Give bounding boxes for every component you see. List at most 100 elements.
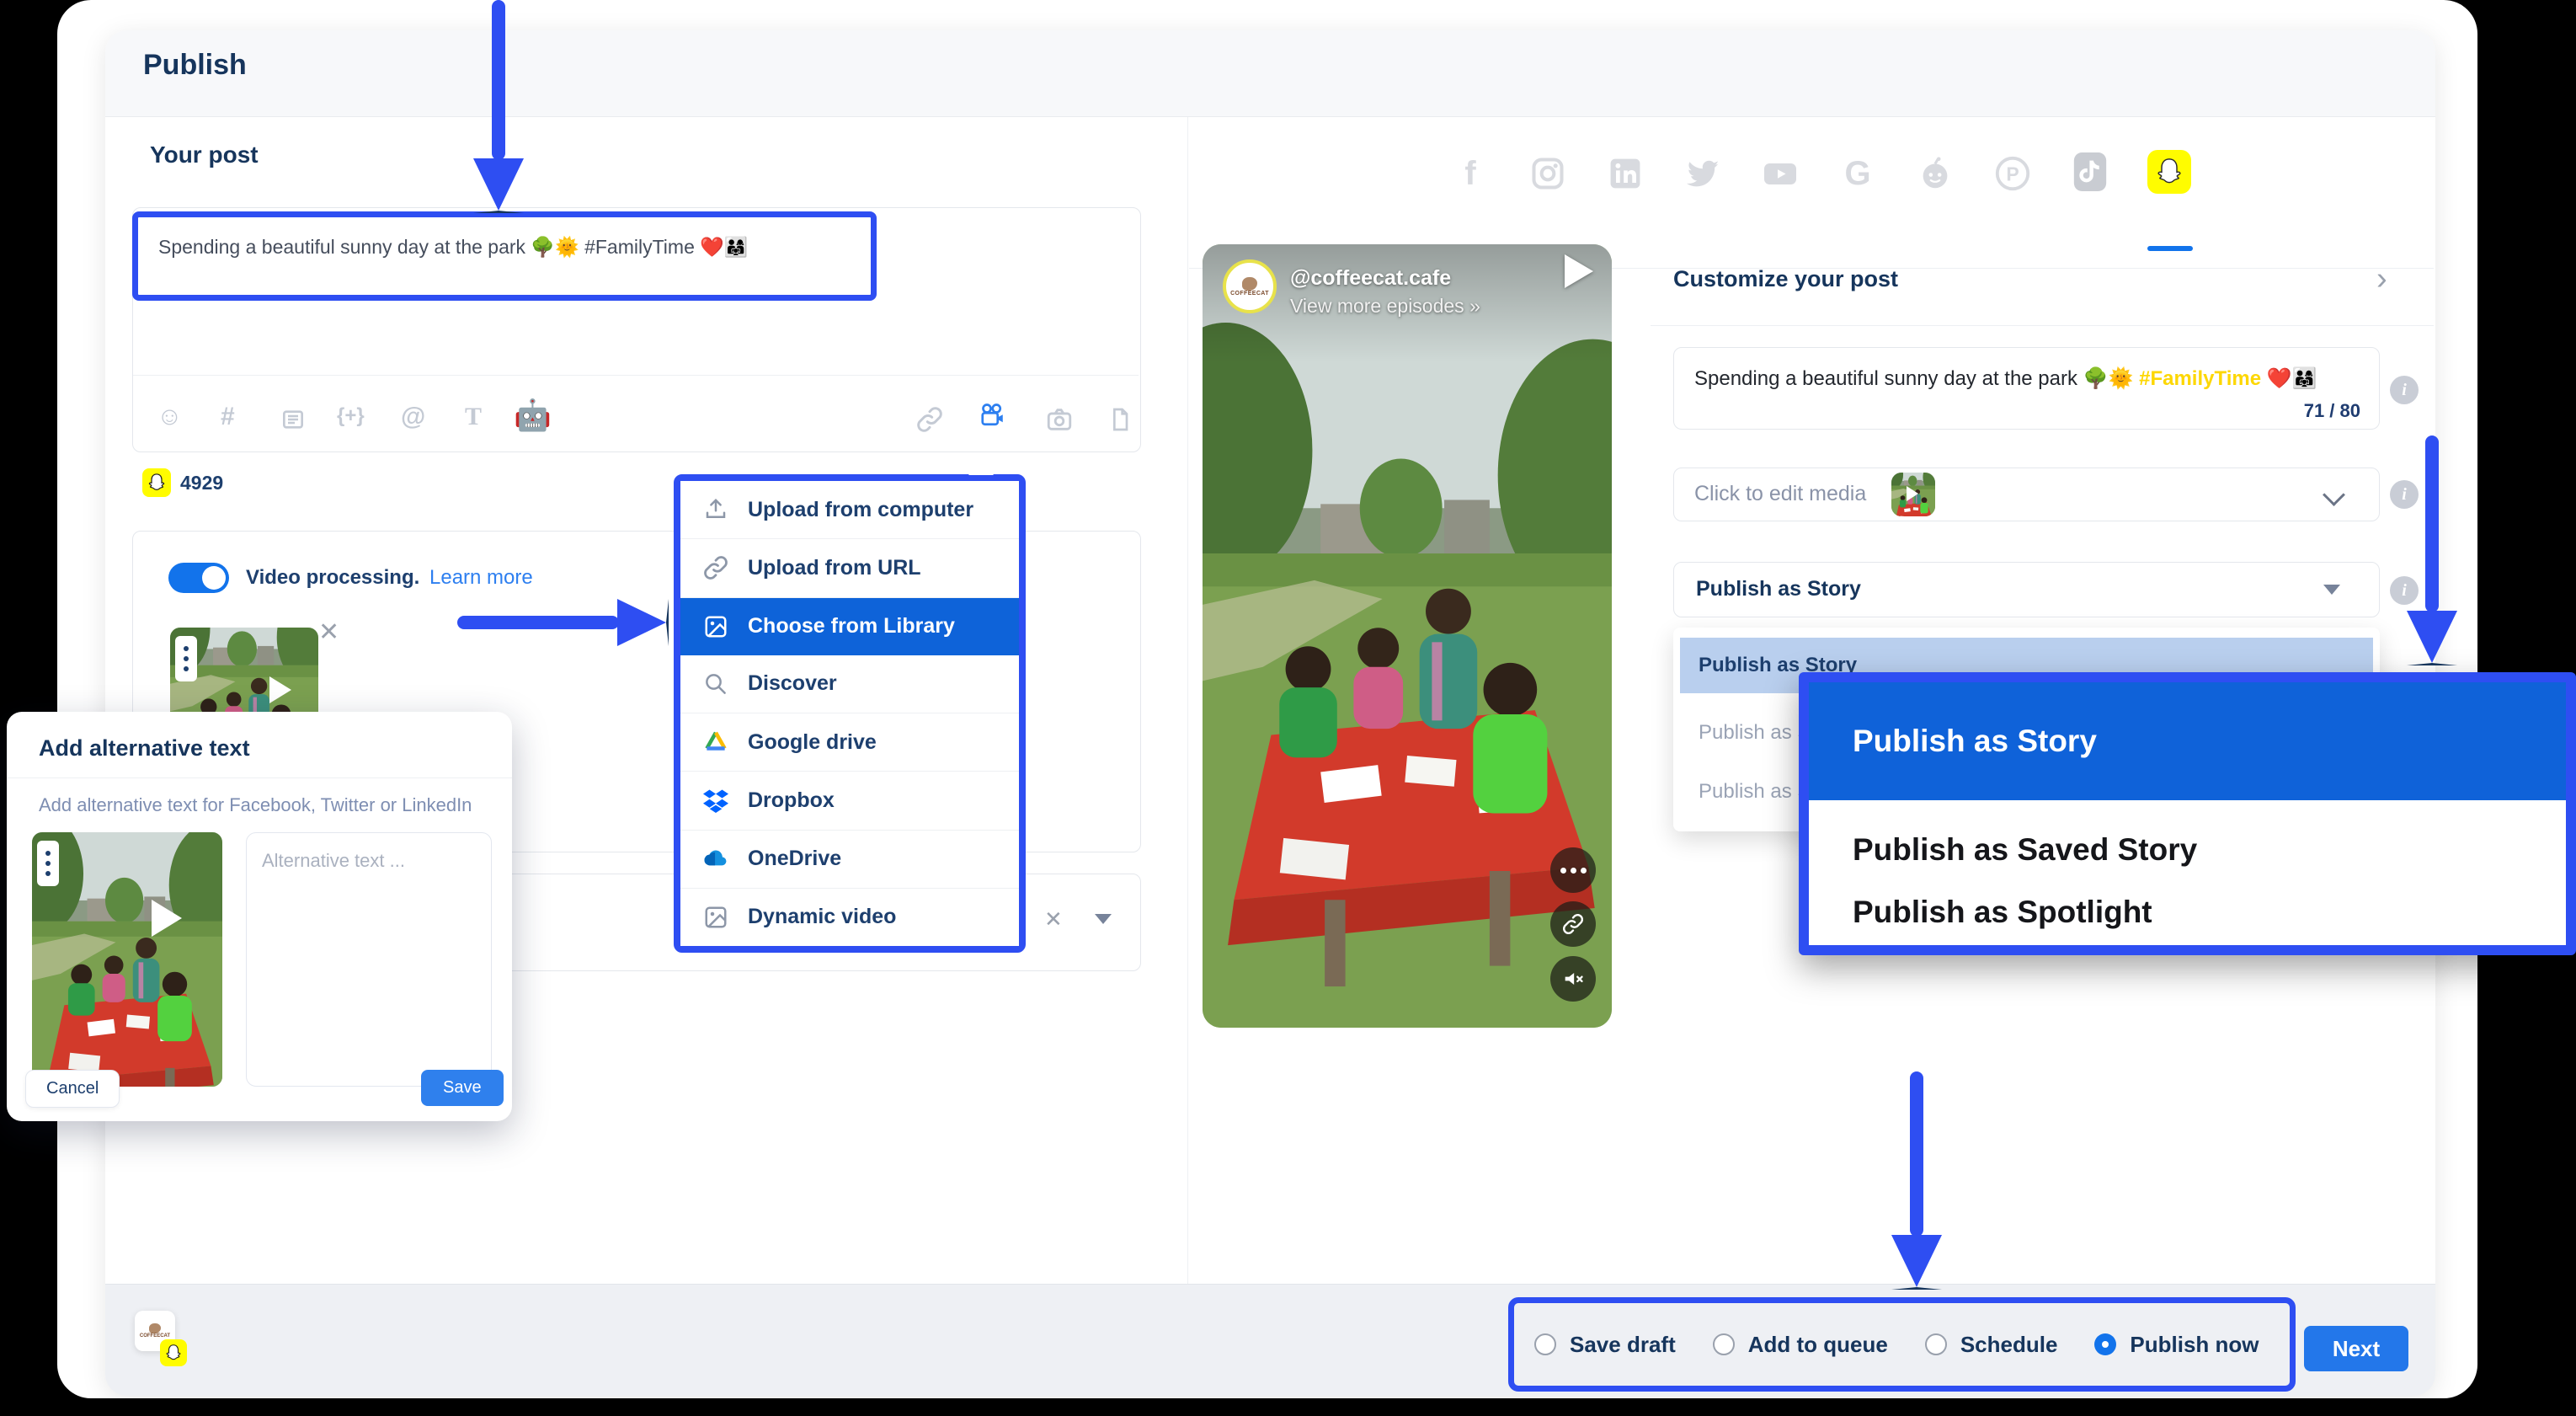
editor-divider <box>133 375 1139 376</box>
modal-divider <box>7 777 512 778</box>
edit-media-field[interactable]: Click to edit media <box>1673 468 2380 521</box>
tab-youtube[interactable] <box>1758 152 1802 195</box>
clear-select-icon[interactable]: ✕ <box>1044 908 1063 930</box>
radio-selected-icon[interactable] <box>2094 1333 2116 1355</box>
character-counter: 71 / 80 <box>2304 400 2360 422</box>
menu-item-label: Discover <box>748 671 837 696</box>
option-publish-now[interactable]: Publish now <box>2094 1332 2259 1358</box>
post-text[interactable]: Spending a beautiful sunny day at the pa… <box>158 236 749 259</box>
dropbox-icon <box>702 787 729 814</box>
saved-captions-icon[interactable] <box>278 404 308 435</box>
menu-item-google-drive[interactable]: Google drive <box>680 713 1019 772</box>
menu-item-label: Dropbox <box>748 788 835 813</box>
tab-pinterest[interactable]: P <box>1991 152 2035 195</box>
tab-snapchat[interactable] <box>2147 150 2191 194</box>
drag-handle-icon[interactable] <box>175 636 197 681</box>
radio-icon[interactable] <box>1534 1333 1556 1355</box>
hashtag-icon[interactable]: # <box>221 403 235 431</box>
text-format-icon[interactable]: T <box>465 403 482 431</box>
learn-more-link[interactable]: Learn more <box>429 566 533 590</box>
edit-media-label: Click to edit media <box>1694 482 1866 506</box>
option-add-to-queue[interactable]: Add to queue <box>1713 1332 1888 1358</box>
more-options-button[interactable] <box>1550 847 1596 893</box>
drag-handle-icon[interactable] <box>37 841 59 886</box>
snapchat-count-icon <box>142 468 171 497</box>
annotation-arrow-down <box>1910 1071 1923 1237</box>
attach-link-icon[interactable] <box>915 404 945 435</box>
option-schedule[interactable]: Schedule <box>1925 1332 2058 1358</box>
info-icon[interactable]: i <box>2390 576 2419 605</box>
tab-facebook[interactable]: f <box>1448 152 1492 195</box>
cancel-button[interactable]: Cancel <box>25 1070 120 1108</box>
copy-link-button[interactable] <box>1550 901 1596 947</box>
snapchat-badge-icon <box>160 1339 187 1366</box>
add-photo-icon[interactable] <box>1044 404 1075 435</box>
menu-item-upload-computer[interactable]: Upload from computer <box>680 481 1019 539</box>
menu-item-label: Dynamic video <box>748 905 896 929</box>
menu-item-label: Choose from Library <box>748 614 955 639</box>
collapse-chevron-icon[interactable]: › <box>2376 261 2387 297</box>
tab-google[interactable]: G <box>1836 152 1880 195</box>
variables-icon[interactable]: {+} <box>337 404 365 428</box>
menu-item-dropbox[interactable]: Dropbox <box>680 772 1019 830</box>
link-icon <box>1562 913 1584 935</box>
option-save-draft[interactable]: Save draft <box>1534 1332 1676 1358</box>
menu-item-upload-url[interactable]: Upload from URL <box>680 539 1019 597</box>
menu-item-onedrive[interactable]: OneDrive <box>680 831 1019 889</box>
video-processing-label: Video processing. <box>246 566 419 590</box>
image-icon <box>702 613 729 640</box>
tab-instagram[interactable] <box>1526 152 1570 195</box>
play-icon[interactable] <box>269 676 294 703</box>
tab-reddit[interactable] <box>1913 152 1957 195</box>
svg-text:P: P <box>2006 163 2019 185</box>
annotation-arrowhead <box>1891 1235 1942 1290</box>
story-preview[interactable]: COFFEECAT @coffeecat.cafe View more epis… <box>1203 244 1612 1028</box>
page-title: Publish <box>143 49 247 82</box>
tab-tiktok[interactable] <box>2068 150 2112 194</box>
menu-item-label: Google drive <box>748 730 877 755</box>
mute-button[interactable] <box>1550 956 1596 1002</box>
info-icon[interactable]: i <box>2390 480 2419 509</box>
menu-item-label: Upload from URL <box>748 556 921 580</box>
customize-divider <box>1651 325 2434 326</box>
save-button[interactable]: Save <box>421 1070 504 1106</box>
add-document-icon[interactable] <box>1105 404 1135 435</box>
emoji-picker-icon[interactable]: ☺ <box>157 403 183 431</box>
menu-item-discover[interactable]: Discover <box>680 655 1019 713</box>
tab-linkedin[interactable] <box>1603 152 1647 195</box>
radio-icon[interactable] <box>1713 1333 1735 1355</box>
add-video-icon[interactable] <box>977 401 1007 431</box>
select-caret-icon[interactable] <box>1095 914 1112 924</box>
upload-menu: Upload from computer Upload from URL Cho… <box>674 474 1026 953</box>
radio-icon[interactable] <box>1925 1333 1947 1355</box>
alt-text-input[interactable] <box>246 832 492 1087</box>
tab-twitter[interactable] <box>1681 152 1725 195</box>
your-post-heading: Your post <box>150 142 259 168</box>
play-icon <box>152 900 184 937</box>
mention-icon[interactable]: @ <box>401 403 425 431</box>
menu-item-choose-library[interactable]: Choose from Library <box>680 598 1019 655</box>
search-icon <box>702 671 729 697</box>
overlay-option-story[interactable]: Publish as Story <box>1809 682 2566 800</box>
overlay-option-saved-story[interactable]: Publish as Saved Story <box>1853 832 2197 868</box>
info-icon[interactable]: i <box>2390 376 2419 404</box>
overlay-option-spotlight[interactable]: Publish as Spotlight <box>1853 895 2152 930</box>
video-processing-toggle[interactable] <box>168 563 229 593</box>
annotation-arrowhead <box>2407 611 2457 665</box>
menu-item-label: Upload from computer <box>748 498 973 522</box>
menu-item-dynamic-video[interactable]: Dynamic video <box>680 889 1019 946</box>
remove-media-icon[interactable]: ✕ <box>318 620 339 645</box>
ai-assistant-icon[interactable]: 🤖 <box>514 398 552 433</box>
caption-field[interactable]: Spending a beautiful sunny day at the pa… <box>1673 347 2380 430</box>
publish-as-select[interactable]: Publish as Story <box>1673 562 2380 617</box>
character-count: 4929 <box>180 472 223 494</box>
play-icon[interactable] <box>1565 254 1593 288</box>
annotation-arrowhead <box>617 599 669 646</box>
modal-video-thumbnail <box>32 832 222 1087</box>
annotation-arrow-right <box>457 616 619 629</box>
annotation-arrowhead <box>473 158 524 213</box>
next-button[interactable]: Next <box>2304 1326 2408 1371</box>
link-icon <box>702 554 729 581</box>
view-more-episodes[interactable]: View more episodes » <box>1290 295 1480 318</box>
google-drive-icon <box>702 729 729 756</box>
